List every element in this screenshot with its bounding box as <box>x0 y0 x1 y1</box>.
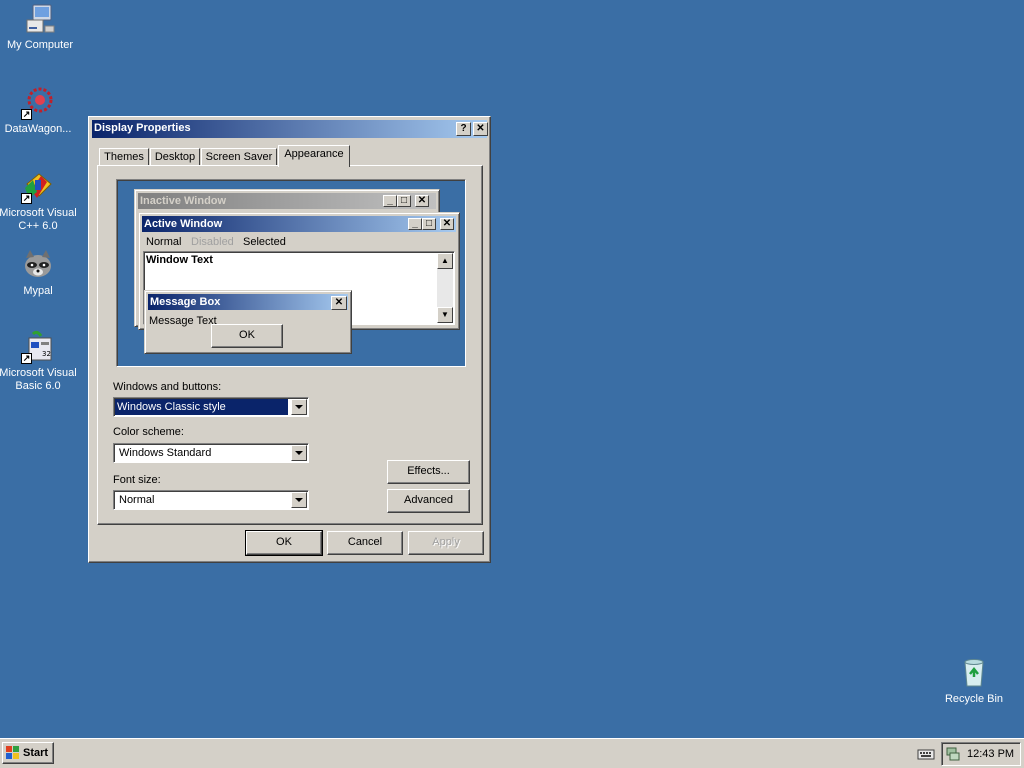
font-size-select[interactable]: Normal <box>113 490 309 510</box>
chevron-down-icon[interactable] <box>291 445 307 461</box>
color-scheme-value: Windows Standard <box>119 447 212 459</box>
desktop-icon-label: Recycle Bin <box>944 693 1004 705</box>
display-properties-dialog: Display Properties ? ✕ Themes Desktop Sc… <box>88 116 491 563</box>
tab-appearance[interactable]: Appearance <box>278 145 350 167</box>
preview-ok-button: OK <box>211 324 283 348</box>
windows-buttons-select[interactable]: Windows Classic style <box>113 397 309 417</box>
chevron-down-icon[interactable] <box>291 399 307 415</box>
windows-logo-icon <box>6 746 20 760</box>
preview-message-box-title: Message Box <box>150 296 221 308</box>
close-icon: ✕ <box>415 195 429 207</box>
windows-buttons-value: Windows Classic style <box>115 399 288 415</box>
scroll-down-icon: ▼ <box>437 307 453 323</box>
dialog-titlebar[interactable]: Display Properties ? ✕ <box>92 120 488 138</box>
system-tray: 12:43 PM <box>941 742 1021 766</box>
my-computer-icon <box>23 2 57 36</box>
font-size-value: Normal <box>119 494 155 506</box>
close-icon: ✕ <box>440 218 454 230</box>
cancel-button[interactable]: Cancel <box>327 531 403 555</box>
preview-menu-disabled: Disabled <box>191 236 234 248</box>
taskbar: Start 12:43 PM <box>0 738 1024 768</box>
appearance-preview: Inactive Window _ □ ✕ Active Window _ □ … <box>116 179 466 367</box>
color-scheme-label: Color scheme: <box>113 426 184 438</box>
preview-message-box: Message Box ✕ Message Text OK <box>144 290 352 354</box>
color-scheme-select[interactable]: Windows Standard <box>113 443 309 463</box>
preview-menu-selected: Selected <box>243 236 286 248</box>
desktop-icon-label: Microsoft Visual Basic 6.0 <box>0 367 77 392</box>
visual-cpp-icon: ↗ <box>21 170 55 204</box>
network-tray-icon[interactable] <box>945 746 961 762</box>
clock[interactable]: 12:43 PM <box>967 748 1014 760</box>
preview-message-box-titlebar: Message Box <box>148 294 348 310</box>
windows-buttons-label: Windows and buttons: <box>113 381 222 393</box>
ok-button[interactable]: OK <box>245 530 323 556</box>
appearance-panel: Inactive Window _ □ ✕ Active Window _ □ … <box>97 165 483 525</box>
visual-basic-icon: 32 ↗ <box>21 330 55 364</box>
tab-screen-saver[interactable]: Screen Saver <box>201 148 277 166</box>
preview-active-title: Active Window <box>144 218 223 230</box>
desktop-icon-label: My Computer <box>6 39 74 51</box>
advanced-button[interactable]: Advanced <box>387 489 470 513</box>
tab-themes[interactable]: Themes <box>99 148 149 166</box>
desktop-icon-label: DataWagon... <box>4 123 72 135</box>
preview-inactive-title: Inactive Window <box>140 195 227 207</box>
start-label: Start <box>23 747 49 759</box>
keyboard-icon[interactable] <box>917 747 935 761</box>
mypal-raccoon-icon <box>21 248 55 282</box>
maximize-icon: □ <box>397 195 411 207</box>
close-icon: ✕ <box>331 296 347 310</box>
datawagon-icon: ↗ <box>21 86 55 120</box>
maximize-icon: □ <box>422 218 436 230</box>
preview-window-text: Window Text <box>146 254 213 266</box>
desktop-icon-mypal[interactable]: Mypal <box>0 248 78 298</box>
effects-button[interactable]: Effects... <box>387 460 470 484</box>
shortcut-arrow-icon: ↗ <box>21 353 32 364</box>
tab-desktop[interactable]: Desktop <box>150 148 200 166</box>
desktop-icon-my-computer[interactable]: My Computer <box>0 2 80 52</box>
apply-button[interactable]: Apply <box>408 531 484 555</box>
start-button[interactable]: Start <box>2 742 54 764</box>
desktop-icon-recycle-bin[interactable]: Recycle Bin <box>934 656 1014 706</box>
preview-message-text: Message Text <box>149 315 217 327</box>
close-button[interactable]: ✕ <box>473 122 488 136</box>
scroll-up-icon: ▲ <box>437 253 453 269</box>
desktop-icon-label: Microsoft Visual C++ 6.0 <box>0 207 77 232</box>
shortcut-arrow-icon: ↗ <box>21 193 32 204</box>
shortcut-arrow-icon: ↗ <box>21 109 32 120</box>
font-size-label: Font size: <box>113 474 161 486</box>
svg-text:32: 32 <box>42 350 51 358</box>
preview-scrollbar: ▲ ▼ <box>437 253 453 323</box>
minimize-icon: _ <box>383 195 397 207</box>
recycle-bin-icon <box>957 656 991 690</box>
dialog-title: Display Properties <box>94 122 191 134</box>
minimize-icon: _ <box>408 218 422 230</box>
preview-menu-normal: Normal <box>146 236 182 248</box>
desktop-icon-label: Mypal <box>23 285 53 297</box>
help-button[interactable]: ? <box>456 122 471 136</box>
desktop-icon-datawagon[interactable]: ↗ DataWagon... <box>0 86 78 136</box>
desktop-icon-visual-cpp[interactable]: ↗ Microsoft Visual C++ 6.0 <box>0 170 78 233</box>
desktop-icon-visual-basic[interactable]: 32 ↗ Microsoft Visual Basic 6.0 <box>0 330 78 393</box>
chevron-down-icon[interactable] <box>291 492 307 508</box>
